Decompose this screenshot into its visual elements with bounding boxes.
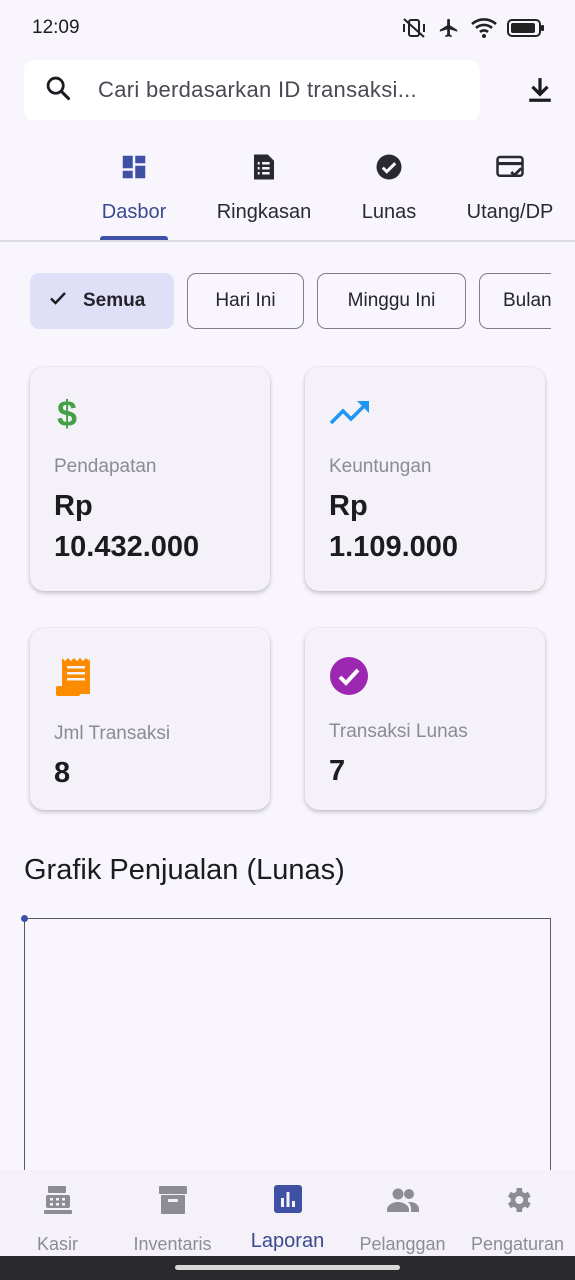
nav-label: Kasir	[36, 1234, 78, 1254]
stat-value: 7	[329, 755, 346, 787]
stat-value-amount: 10.432.000	[54, 531, 200, 563]
chip-label: Semua	[83, 290, 146, 311]
nav-label: Pengaturan	[470, 1234, 565, 1254]
bar-chart-icon	[273, 1184, 303, 1219]
svg-text:$: $	[57, 395, 77, 431]
stat-value: Rp 10.432.000	[54, 486, 270, 568]
tab-label: Utang/DP	[466, 201, 554, 223]
status-time: 12:09	[32, 17, 80, 38]
stat-card-pendapatan: $ Pendapatan Rp 10.432.000	[30, 367, 270, 591]
report-tabs: Dasbor Ringkasan Lunas Utang/DP	[0, 140, 575, 242]
stat-value: 8	[54, 757, 71, 789]
tab-utang-dp[interactable]: Utang/DP	[462, 152, 558, 224]
stat-card-transaksi-lunas: Transaksi Lunas 7	[305, 628, 545, 810]
card-check-icon	[495, 152, 525, 187]
airplane-icon	[437, 17, 461, 39]
tab-label: Ringkasan	[216, 201, 312, 223]
chart-title: Grafik Penjualan (Lunas)	[24, 854, 345, 886]
filter-chip-minggu-ini[interactable]: Minggu Ini	[317, 273, 466, 329]
stat-card-jml-transaksi: Jml Transaksi 8	[30, 628, 270, 810]
chip-label: Minggu Ini	[347, 290, 436, 311]
chart-data-point	[21, 915, 28, 922]
stat-value-currency: Rp	[329, 490, 368, 522]
status-bar: 12:09	[0, 0, 575, 56]
mute-vibrate-icon	[401, 17, 427, 39]
stat-label: Jml Transaksi	[54, 723, 171, 744]
stat-value-currency: Rp	[54, 490, 93, 522]
chip-label: Hari Ini	[215, 290, 276, 311]
nav-pelanggan[interactable]: Pelanggan	[345, 1184, 460, 1255]
filter-chip-semua[interactable]: Semua	[30, 273, 174, 329]
tab-ringkasan[interactable]: Ringkasan	[214, 152, 314, 224]
search-icon	[44, 74, 72, 107]
nav-laporan[interactable]: Laporan	[230, 1184, 345, 1253]
dashboard-icon	[119, 152, 149, 187]
nav-label: Inventaris	[133, 1234, 212, 1254]
sales-chart	[24, 918, 551, 1198]
summary-icon	[249, 152, 279, 187]
home-gesture-handle[interactable]	[175, 1265, 400, 1270]
filter-chip-hari-ini[interactable]: Hari Ini	[187, 273, 304, 329]
nav-label: Pelanggan	[359, 1234, 446, 1254]
tab-dasbor[interactable]: Dasbor	[100, 152, 168, 224]
search-bar[interactable]	[24, 60, 480, 120]
archive-icon	[157, 1184, 189, 1221]
dollar-icon: $	[54, 393, 80, 435]
trending-up-icon	[329, 401, 371, 435]
check-circle-icon	[374, 152, 404, 187]
cash-register-icon	[42, 1184, 74, 1221]
check-circle-icon	[329, 657, 369, 700]
nav-kasir[interactable]: Kasir	[0, 1184, 115, 1255]
bottom-navigation: Kasir Inventaris Laporan Pelanggan Penga…	[0, 1170, 575, 1256]
nav-label: Laporan	[250, 1230, 325, 1252]
chip-label: Bulan Ini	[503, 290, 551, 311]
filter-chip-bulan-ini[interactable]: Bulan Ini	[479, 273, 551, 329]
download-icon	[527, 76, 553, 109]
tab-label: Dasbor	[101, 201, 167, 223]
stat-value: Rp 1.109.000	[329, 486, 545, 568]
stat-value-amount: 1.109.000	[329, 531, 459, 563]
search-input[interactable]	[98, 77, 458, 103]
stat-label: Transaksi Lunas	[329, 721, 468, 742]
checkmark-icon	[49, 290, 83, 312]
status-icons	[401, 17, 545, 39]
gear-icon	[502, 1184, 534, 1221]
stat-card-keuntungan: Keuntungan Rp 1.109.000	[305, 367, 545, 591]
battery-icon	[507, 18, 545, 38]
search-row	[0, 60, 575, 120]
stat-label: Pendapatan	[54, 456, 157, 477]
receipt-icon	[54, 658, 94, 702]
stat-label: Keuntungan	[329, 456, 432, 477]
tab-label: Lunas	[361, 201, 417, 223]
people-icon	[386, 1184, 420, 1221]
filter-chips: Semua Hari Ini Minggu Ini Bulan Ini	[30, 273, 551, 330]
active-tab-indicator	[100, 236, 168, 240]
nav-pengaturan[interactable]: Pengaturan	[460, 1184, 575, 1255]
download-button[interactable]	[520, 72, 560, 112]
nav-inventaris[interactable]: Inventaris	[115, 1184, 230, 1255]
wifi-icon	[471, 17, 497, 39]
tab-lunas[interactable]: Lunas	[354, 152, 424, 224]
